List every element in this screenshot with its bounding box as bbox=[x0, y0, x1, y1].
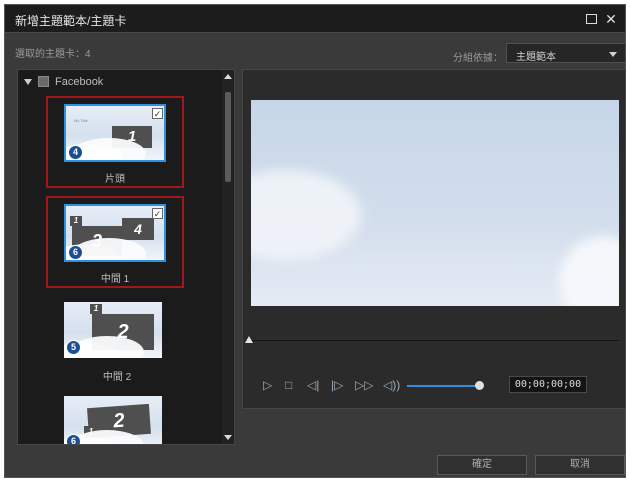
window-title: 新增主題範本/主題卡 bbox=[15, 14, 127, 28]
count-badge: 4 bbox=[68, 145, 83, 160]
volume-icon[interactable]: ◁)) bbox=[383, 378, 400, 392]
playhead-icon[interactable] bbox=[245, 336, 253, 343]
group-by-value: 主題範本 bbox=[516, 52, 556, 63]
ok-button[interactable]: 確定 bbox=[437, 455, 527, 475]
count-badge: 6 bbox=[66, 434, 81, 444]
next-frame-icon[interactable]: |▷ bbox=[331, 378, 343, 392]
check-icon[interactable]: ✓ bbox=[152, 208, 163, 219]
list-item[interactable]: 1 2 5 中間 2 bbox=[48, 298, 186, 388]
count-badge: 5 bbox=[66, 340, 81, 355]
template-thumbnail: 1 2 5 bbox=[64, 302, 162, 358]
chevron-down-icon bbox=[609, 52, 617, 57]
player-controls: ▷ □ ◁| |▷ ▷▷ ◁)) 00;00;00;00 bbox=[255, 376, 615, 396]
close-icon[interactable]: ✕ bbox=[603, 11, 619, 27]
list-item[interactable]: My Title 1 4 ✓ 片頭 bbox=[46, 96, 184, 188]
preview-area bbox=[251, 100, 619, 306]
volume-slider[interactable] bbox=[407, 385, 479, 387]
timecode-display: 00;00;00;00 bbox=[509, 376, 587, 393]
list-item[interactable]: 2 1 6 bbox=[48, 392, 186, 444]
item-label: 片頭 bbox=[105, 174, 125, 185]
list-item[interactable]: 1 3 4 6 ✓ 中間 1 bbox=[46, 196, 184, 288]
group-by-label: 分組依據： bbox=[453, 53, 503, 64]
scrollbar-thumb[interactable] bbox=[225, 92, 231, 182]
template-thumbnail: 2 1 6 bbox=[64, 396, 162, 444]
item-label: 中間 2 bbox=[102, 372, 132, 383]
play-icon[interactable]: ▷ bbox=[263, 378, 272, 392]
tree-group-label: Facebook bbox=[55, 76, 104, 88]
template-list-panel: Facebook My Title 1 4 ✓ 片頭 1 3 4 6 ✓ 中間 … bbox=[17, 69, 235, 445]
scrollbar[interactable] bbox=[222, 70, 234, 444]
volume-knob[interactable] bbox=[475, 381, 484, 390]
scroll-up-icon[interactable] bbox=[224, 74, 232, 79]
template-thumbnail: 1 3 4 6 ✓ bbox=[64, 204, 166, 262]
check-icon[interactable]: ✓ bbox=[152, 108, 163, 119]
maximize-icon[interactable] bbox=[583, 11, 599, 27]
group-checkbox[interactable] bbox=[38, 76, 49, 87]
titlebar: 新增主題範本/主題卡 ✕ bbox=[5, 5, 625, 33]
prev-frame-icon[interactable]: ◁| bbox=[307, 378, 319, 392]
template-thumbnail: My Title 1 4 ✓ bbox=[64, 104, 166, 162]
expand-arrow-icon[interactable] bbox=[24, 79, 32, 85]
group-by-select[interactable]: 主題範本 bbox=[506, 43, 626, 63]
scroll-down-icon[interactable] bbox=[224, 435, 232, 440]
placeholder-block: 1 bbox=[112, 126, 152, 148]
item-label: 中間 1 bbox=[100, 274, 130, 285]
cancel-button[interactable]: 取消 bbox=[535, 455, 625, 475]
selected-count: 選取的主題卡：4 bbox=[15, 49, 91, 60]
timeline-track[interactable] bbox=[251, 340, 619, 341]
count-badge: 6 bbox=[68, 245, 83, 260]
stop-icon[interactable]: □ bbox=[285, 378, 292, 392]
preview-panel: ▷ □ ◁| |▷ ▷▷ ◁)) 00;00;00;00 bbox=[242, 69, 626, 409]
fast-forward-icon[interactable]: ▷▷ bbox=[355, 378, 373, 392]
dialog: 新增主題範本/主題卡 ✕ 選取的主題卡：4 分組依據： 主題範本 Faceboo… bbox=[4, 4, 626, 478]
